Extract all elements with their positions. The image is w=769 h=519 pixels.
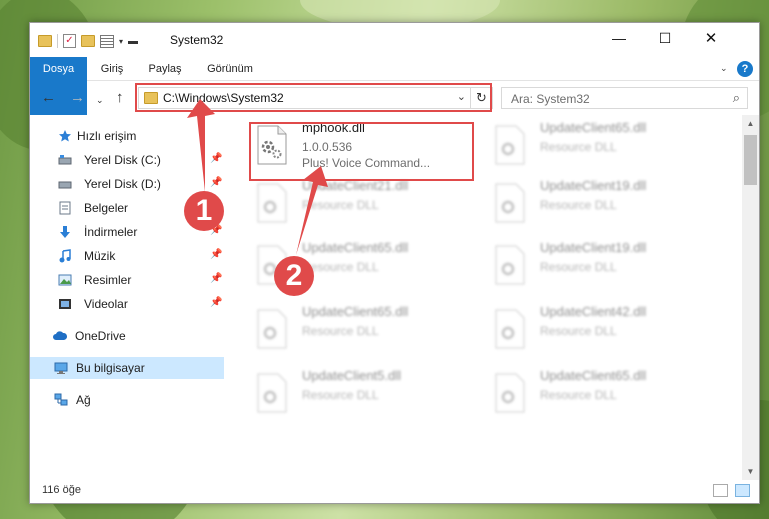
arrow-to-file (296, 166, 328, 255)
annotation-arrows (187, 99, 328, 255)
arrow-to-address-bar (187, 99, 215, 192)
step-badge-2: 2 (274, 256, 314, 296)
step-badge-1: 1 (184, 191, 224, 231)
